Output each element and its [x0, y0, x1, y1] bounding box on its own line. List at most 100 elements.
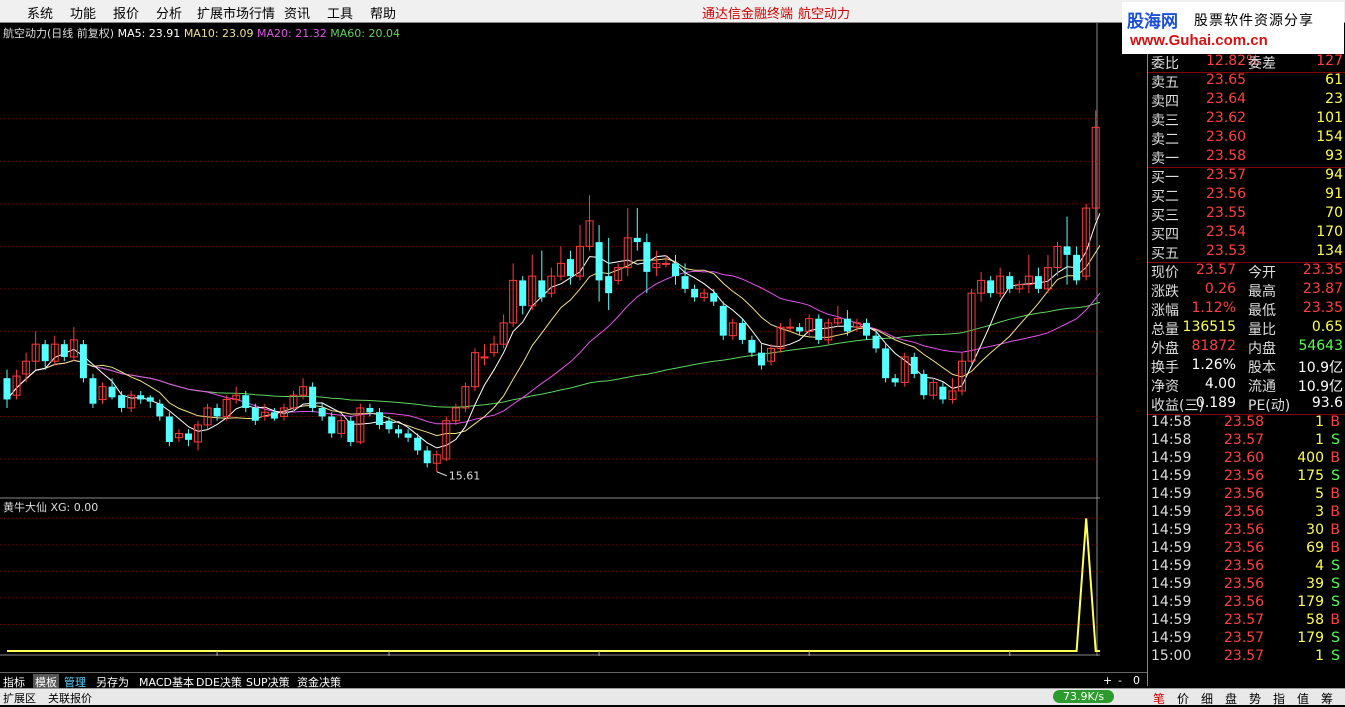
- brand-tagline: 股票软件资源分享: [1194, 13, 1314, 29]
- chart-title: 航空动力(日线 前复权): [3, 27, 115, 40]
- rtab-detail[interactable]: 细: [1201, 690, 1213, 707]
- bid-vol: 170: [1316, 224, 1343, 240]
- ask-level: 卖二 23.60 154: [1148, 129, 1345, 148]
- candle-down: [395, 429, 403, 434]
- tick-side: B: [1330, 612, 1340, 628]
- tick-price: 23.56: [1224, 468, 1265, 484]
- bid-level: 买五 23.53 134: [1148, 243, 1345, 262]
- tick-side: S: [1331, 594, 1340, 610]
- candle-down: [366, 407, 374, 413]
- stat-value: 0.26: [1204, 281, 1236, 297]
- candle-down: [1063, 246, 1071, 255]
- ask-price: 23.58: [1206, 148, 1247, 164]
- bid-price: 23.56: [1206, 186, 1247, 202]
- bid-label: 买一: [1151, 170, 1179, 186]
- stat-value: 81872: [1191, 338, 1236, 354]
- ask-price: 23.62: [1206, 110, 1247, 126]
- tick-side: S: [1331, 630, 1340, 646]
- candle-down: [404, 433, 412, 438]
- candle-up: [661, 262, 670, 265]
- ask-label: 卖二: [1151, 132, 1179, 148]
- tick-row: 14:59 23.56 175 S: [1148, 468, 1345, 487]
- rtab-trend[interactable]: 势: [1249, 690, 1261, 707]
- menu-quote[interactable]: 报价: [113, 3, 139, 22]
- candle-down: [41, 344, 49, 362]
- stat-label: 现价: [1151, 265, 1179, 281]
- zoom-in-button[interactable]: +: [1103, 674, 1112, 687]
- tick-time: 14:58: [1151, 414, 1192, 430]
- tick-vol: 58: [1306, 612, 1324, 628]
- menu-help[interactable]: 帮助: [370, 3, 396, 22]
- candle-up: [786, 326, 795, 329]
- candle-up: [480, 356, 489, 359]
- bid-level: 买四 23.54 170: [1148, 224, 1345, 243]
- candle-down: [672, 263, 679, 277]
- tick-time: 14:58: [1151, 432, 1192, 448]
- rtab-book[interactable]: 盘: [1225, 690, 1237, 707]
- wc-label: 委差: [1248, 56, 1276, 72]
- tick-side: B: [1330, 450, 1340, 466]
- tick-row: 14:58 23.57 1 S: [1148, 432, 1345, 451]
- rtab-value[interactable]: 值: [1297, 690, 1309, 707]
- ask-vol: 101: [1316, 110, 1343, 126]
- candle-down: [633, 237, 641, 243]
- candle-down: [108, 386, 116, 398]
- tick-row: 14:59 23.56 30 B: [1148, 522, 1345, 541]
- ask-level: 卖五 23.65 61: [1148, 72, 1345, 91]
- candle-down: [309, 386, 317, 408]
- tick-row: 14:59 23.56 4 S: [1148, 558, 1345, 577]
- tick-time: 14:59: [1151, 504, 1192, 520]
- tick-price: 23.57: [1224, 630, 1265, 646]
- net-speed-badge: 73.9K/s: [1053, 690, 1115, 703]
- candle-down: [270, 412, 278, 419]
- stat-label: PE(动): [1248, 398, 1291, 414]
- tick-time: 14:59: [1151, 612, 1192, 628]
- ask-label: 卖四: [1151, 94, 1179, 110]
- menu-system[interactable]: 系统: [27, 3, 53, 22]
- menu-analysis[interactable]: 分析: [156, 3, 182, 22]
- tick-row: 14:59 23.56 5 B: [1148, 486, 1345, 505]
- tick-side: S: [1331, 468, 1340, 484]
- tick-time: 14:59: [1151, 450, 1192, 466]
- rtab-trades[interactable]: 笔: [1153, 690, 1165, 707]
- menu-extended-market[interactable]: 扩展市场行情: [197, 3, 275, 22]
- bid-label: 买五: [1151, 246, 1179, 262]
- rtab-index[interactable]: 指: [1273, 690, 1285, 707]
- kline-chart[interactable]: 24.0023.0022.0021.0020.0019.0018.0017.00…: [0, 23, 1100, 656]
- tick-row: 14:59 23.56 69 B: [1148, 540, 1345, 559]
- tick-vol: 179: [1297, 594, 1324, 610]
- stat-label: 最低: [1248, 303, 1276, 319]
- rtab-price[interactable]: 价: [1177, 690, 1189, 707]
- bid-level: 买三 23.55 70: [1148, 205, 1345, 224]
- candle-down: [605, 276, 613, 294]
- stat-label: 量比: [1248, 322, 1276, 338]
- tick-time: 15:00: [1151, 648, 1192, 664]
- candle-down: [347, 420, 355, 442]
- menu-tools[interactable]: 工具: [327, 3, 353, 22]
- candle-down: [146, 397, 154, 402]
- candle-down: [643, 242, 651, 272]
- zoom-out-button[interactable]: -: [1118, 674, 1122, 687]
- ma10-label: MA10: 23.09: [183, 27, 254, 40]
- bid-vol: 91: [1325, 186, 1343, 202]
- stat-label: 最高: [1248, 284, 1276, 300]
- menu-function[interactable]: 功能: [70, 3, 96, 22]
- ask-vol: 23: [1325, 91, 1343, 107]
- reset-button[interactable]: 0: [1133, 674, 1140, 687]
- rtab-chips[interactable]: 筹: [1321, 690, 1333, 707]
- tick-price: 23.56: [1224, 522, 1265, 538]
- candle-down: [60, 344, 68, 357]
- stat-value: 0.65: [1311, 319, 1343, 335]
- tick-vol: 400: [1297, 450, 1324, 466]
- tick-price: 23.57: [1224, 612, 1265, 628]
- stat-row: 涨幅 1.12% 最低 23.35: [1148, 300, 1345, 319]
- candle-down: [137, 395, 145, 400]
- chart-area[interactable]: 24.0023.0022.0021.0020.0019.0018.0017.00…: [0, 23, 1100, 656]
- menu-info[interactable]: 资讯: [284, 3, 310, 22]
- tick-row: 14:59 23.56 179 S: [1148, 594, 1345, 613]
- low-label: 15.61: [449, 470, 481, 483]
- stat-value: 23.35: [1302, 262, 1343, 278]
- tick-vol: 3: [1315, 504, 1324, 520]
- order-imbalance: 委比 12.82% 委差 127: [1148, 53, 1345, 72]
- indicator-name: 黄牛大仙: [3, 501, 47, 514]
